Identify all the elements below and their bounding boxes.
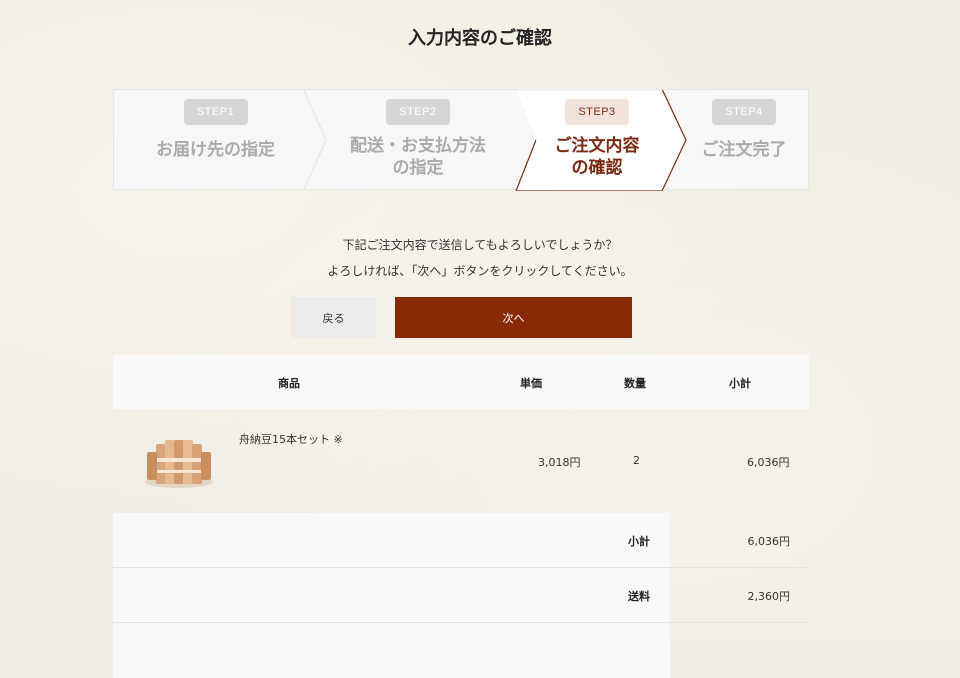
summary-row-shipping: 送料 2,360円 <box>113 568 809 623</box>
step-2-badge: STEP2 <box>386 99 450 125</box>
header-unit-price: 単価 <box>520 377 542 390</box>
message-line-2: よろしければ、「次へ」ボタンをクリックしてください。 <box>327 264 633 278</box>
summary-row-subtotal: 小計 6,036円 <box>113 513 809 568</box>
step-2-label-line1: 配送・お支払方法 <box>350 136 486 156</box>
product-name[interactable]: 舟納豆15本セット ※ <box>239 431 343 447</box>
step-2-label: 配送・お支払方法 の指定 <box>320 135 516 179</box>
item-subtotal: 6,036円 <box>747 456 790 469</box>
step-1: STEP1 お届け先の指定 <box>114 90 317 190</box>
order-table-header: 商品 単価 数量 小計 <box>113 355 809 409</box>
quantity: 2 <box>633 454 640 467</box>
back-button[interactable]: 戻る <box>291 297 376 338</box>
step-3-badge: STEP3 <box>565 99 629 125</box>
summary-subtotal-value: 6,036円 <box>747 535 791 548</box>
confirmation-message: 下記ご注文内容で送信してもよろしいでしょうか？ よろしければ、「次へ」ボタンをク… <box>0 232 960 284</box>
step-1-badge: STEP1 <box>183 99 248 125</box>
step-4-label: ご注文完了 <box>701 140 787 160</box>
header-product: 商品 <box>278 377 300 390</box>
message-line-1: 下記ご注文内容で送信してもよろしいでしょうか？ <box>342 238 618 252</box>
step-2-label-line2: の指定 <box>392 158 444 178</box>
step-3-label-line2: の確認 <box>571 158 623 178</box>
step-4-badge: STEP4 <box>712 99 776 125</box>
checkout-steps: STEP1 お届け先の指定 STEP2 配送・お支払方法 の指定 STEP3 ご… <box>113 89 809 191</box>
summary-shipping-value: 2,360円 <box>747 590 791 603</box>
summary-row-next <box>113 623 809 678</box>
natto-product-image <box>133 430 226 492</box>
step-1-label: お届け先の指定 <box>156 140 275 160</box>
step-3-label: ご注文内容 の確認 <box>532 135 662 179</box>
page-title: 入力内容のご確認 <box>408 28 552 49</box>
unit-price: 3,018円 <box>538 456 581 469</box>
header-quantity: 数量 <box>624 377 646 390</box>
product-thumbnail[interactable] <box>133 430 226 492</box>
step-2: STEP2 配送・お支払方法 の指定 <box>320 90 516 190</box>
step-3: STEP3 ご注文内容 の確認 <box>532 90 662 190</box>
header-subtotal: 小計 <box>729 377 751 390</box>
step-3-label-line1: ご注文内容 <box>554 136 640 156</box>
table-row: 舟納豆15本セット ※ 3,018円 2 6,036円 <box>113 409 809 513</box>
summary-shipping-label: 送料 <box>628 590 650 603</box>
step-4: STEP4 ご注文完了 <box>688 90 800 190</box>
next-button[interactable]: 次へ <box>395 297 632 338</box>
summary-subtotal-label: 小計 <box>628 535 650 548</box>
